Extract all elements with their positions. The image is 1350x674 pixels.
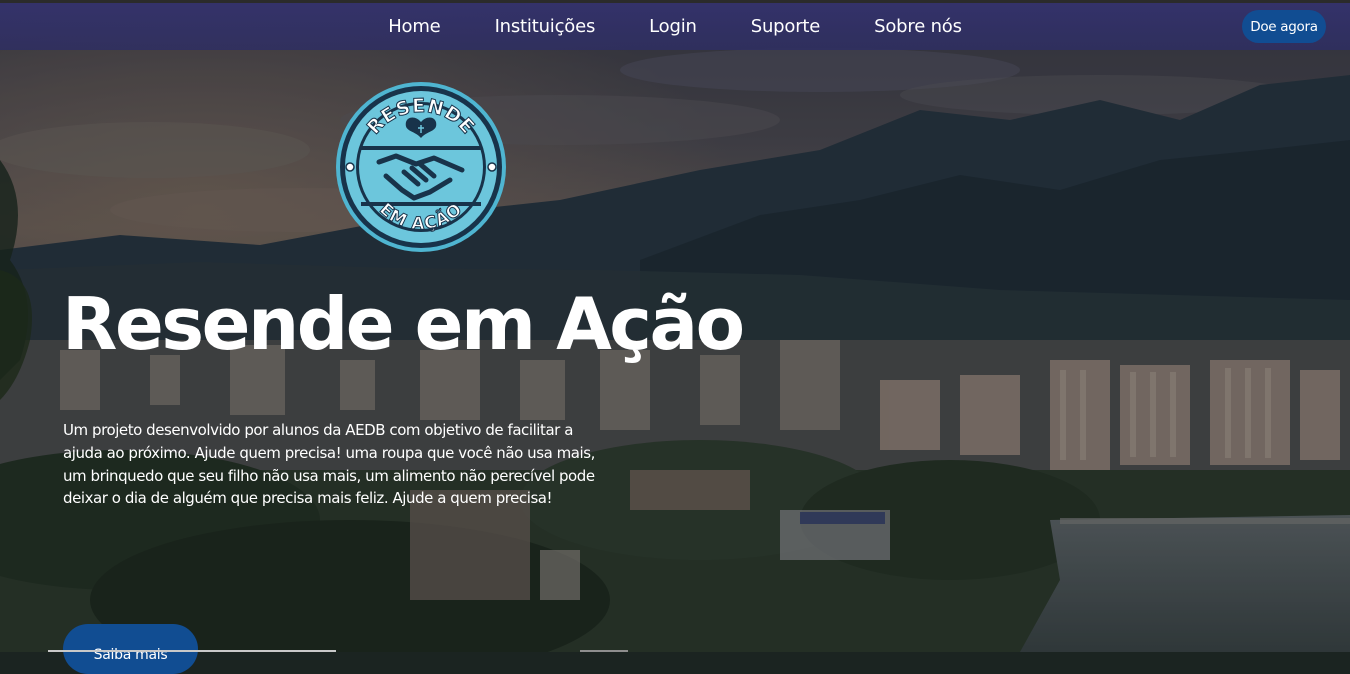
nav-link-suporte[interactable]: Suporte — [751, 16, 821, 37]
hero-description: Um projeto desenvolvido por alunos da AE… — [63, 421, 595, 508]
nav-link-login[interactable]: Login — [649, 16, 697, 37]
resende-em-acao-logo: RESENDE EM AÇÃO — [336, 82, 506, 252]
hero-title: Resende em Ação — [62, 282, 745, 366]
navbar: Home Instituições Login Suporte Sobre nó… — [0, 3, 1350, 50]
nav-links: Home Instituições Login Suporte Sobre nó… — [0, 3, 1350, 50]
donate-button[interactable]: Doe agora — [1242, 10, 1326, 43]
nav-link-home[interactable]: Home — [388, 16, 441, 37]
nav-link-instituicoes[interactable]: Instituições — [495, 16, 596, 37]
learn-more-button[interactable]: Saiba mais — [63, 624, 198, 674]
nav-link-sobre-nos[interactable]: Sobre nós — [874, 16, 962, 37]
